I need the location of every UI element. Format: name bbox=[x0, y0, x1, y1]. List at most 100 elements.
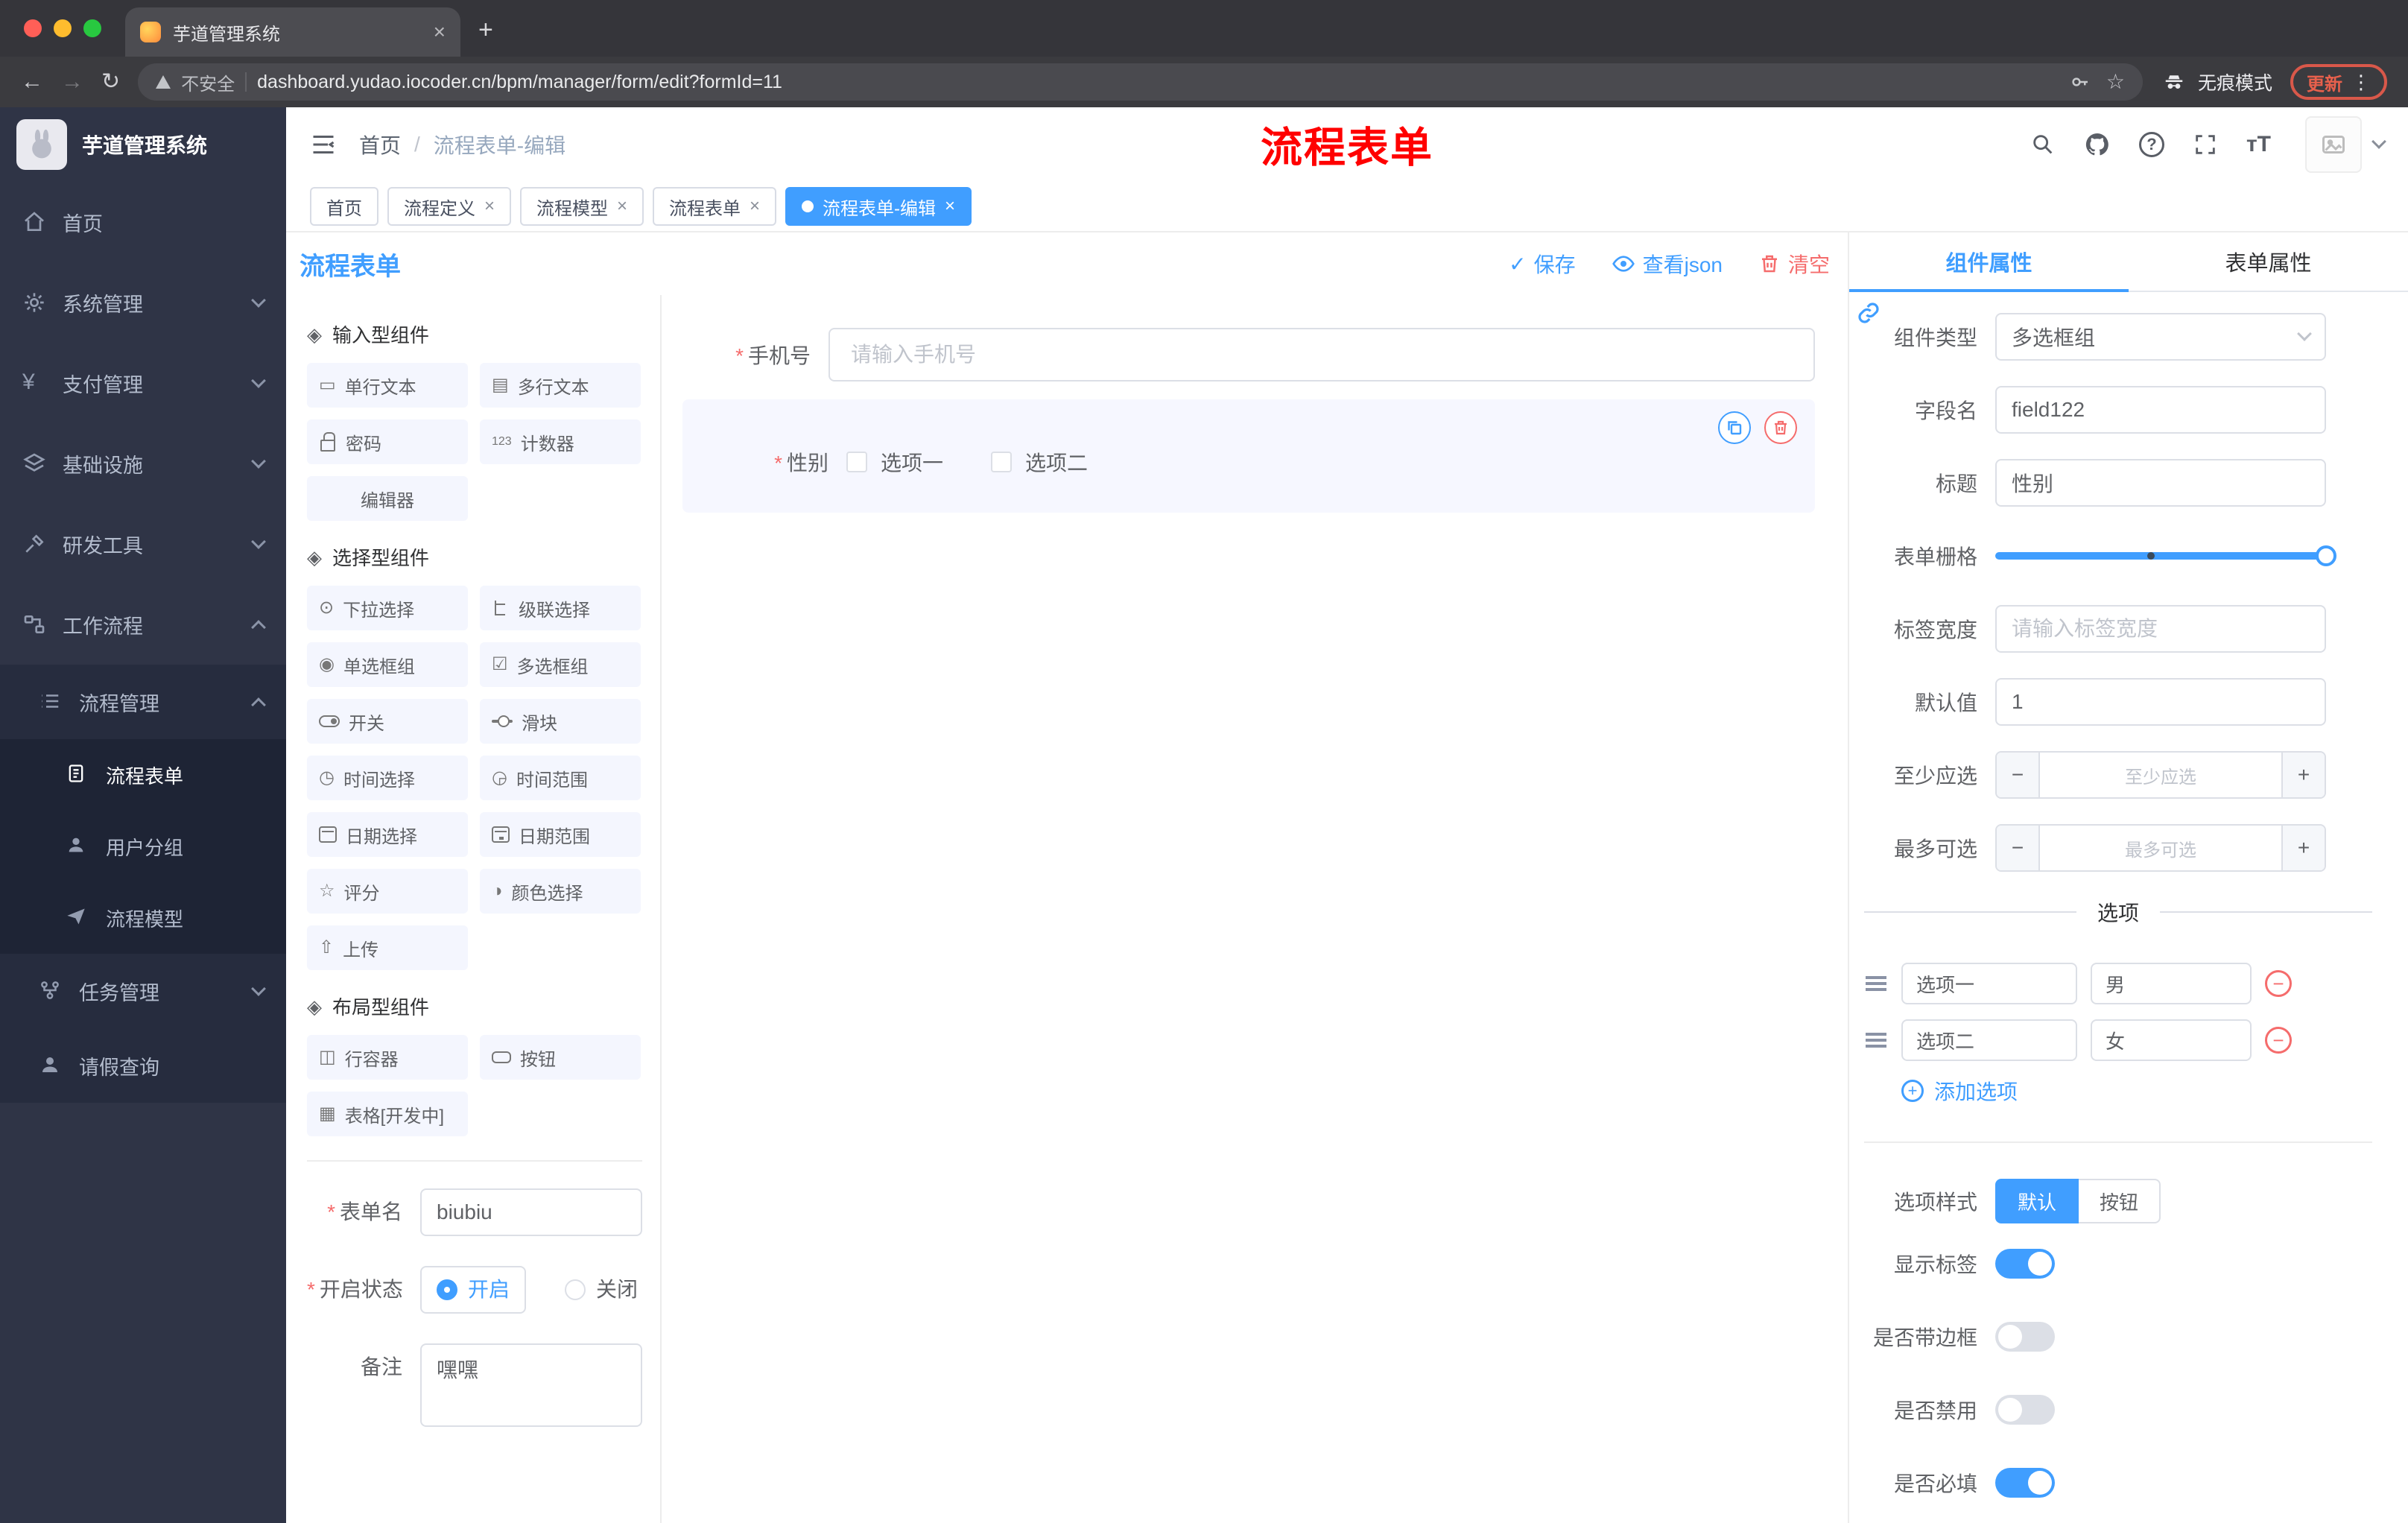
palette-item-cascader[interactable]: 级联选择 bbox=[480, 586, 641, 630]
sidebar-item-system[interactable]: 系统管理 bbox=[0, 262, 286, 343]
form-remark-textarea[interactable]: 嘿嘿 bbox=[420, 1343, 642, 1427]
form-canvas[interactable]: * 手机号 请输入手机号 * 性别 选项一 选项二 bbox=[662, 295, 1848, 1523]
canvas-field-gender-selected[interactable]: * 性别 选项一 选项二 bbox=[682, 399, 1815, 513]
tag-close-icon[interactable]: × bbox=[617, 197, 627, 215]
palette-item-time-picker[interactable]: ◷ 时间选择 bbox=[307, 756, 468, 800]
tag-process-form[interactable]: 流程表单 × bbox=[653, 187, 777, 226]
breadcrumb-home[interactable]: 首页 bbox=[359, 130, 401, 159]
help-icon[interactable]: ? bbox=[2138, 132, 2164, 157]
stepper-decrease-button[interactable]: − bbox=[1997, 826, 2040, 870]
bookmark-star-icon[interactable]: ☆ bbox=[2106, 72, 2125, 92]
tag-close-icon[interactable]: × bbox=[484, 197, 495, 215]
drag-handle-icon[interactable] bbox=[1866, 982, 1886, 985]
maximize-window-button[interactable] bbox=[83, 19, 101, 37]
tag-process-definition[interactable]: 流程定义 × bbox=[387, 187, 512, 226]
browser-menu-icon[interactable]: ⋮ bbox=[2351, 71, 2371, 94]
phone-input[interactable] bbox=[828, 328, 1815, 381]
forward-icon[interactable]: → bbox=[61, 71, 83, 93]
browser-tab[interactable]: 芋道管理系统 × bbox=[125, 7, 460, 57]
gender-option2-checkbox[interactable]: 选项二 bbox=[991, 447, 1088, 477]
add-option-button[interactable]: + 添加选项 bbox=[1901, 1076, 2372, 1106]
palette-item-color-picker[interactable]: ◑ 颜色选择 bbox=[480, 869, 641, 914]
tag-close-icon[interactable]: × bbox=[945, 197, 955, 215]
sidebar-item-infrastructure[interactable]: 基础设施 bbox=[0, 423, 286, 504]
stepper-increase-button[interactable]: + bbox=[2281, 753, 2325, 797]
reload-icon[interactable]: ↻ bbox=[101, 71, 120, 93]
palette-item-switch[interactable]: 开关 bbox=[307, 699, 468, 744]
style-default-button[interactable]: 默认 bbox=[1995, 1179, 2079, 1223]
tag-close-icon[interactable]: × bbox=[750, 197, 760, 215]
sidebar-item-home[interactable]: 首页 bbox=[0, 182, 286, 262]
fullscreen-icon[interactable] bbox=[2193, 132, 2218, 157]
close-window-button[interactable] bbox=[24, 19, 42, 37]
gender-option1-checkbox[interactable]: 选项一 bbox=[846, 447, 943, 477]
palette-item-time-range[interactable]: ◶ 时间范围 bbox=[480, 756, 641, 800]
tag-process-model[interactable]: 流程模型 × bbox=[520, 187, 644, 226]
palette-item-single-text[interactable]: ▭ 单行文本 bbox=[307, 363, 468, 408]
palette-item-select[interactable]: ⊙ 下拉选择 bbox=[307, 586, 468, 630]
disabled-switch[interactable] bbox=[1995, 1395, 2055, 1425]
style-button-button[interactable]: 按钮 bbox=[2079, 1179, 2161, 1223]
option-value-input[interactable] bbox=[2091, 963, 2252, 1004]
stepper-decrease-button[interactable]: − bbox=[1997, 753, 2040, 797]
palette-item-password[interactable]: 密码 bbox=[307, 419, 468, 464]
status-off-radio[interactable]: 关闭 bbox=[565, 1266, 638, 1314]
palette-item-upload[interactable]: ⇧ 上传 bbox=[307, 925, 468, 970]
sidebar-item-workflow[interactable]: 工作流程 bbox=[0, 584, 286, 665]
palette-item-radio-group[interactable]: ◉ 单选框组 bbox=[307, 642, 468, 687]
tab-component-props[interactable]: 组件属性 bbox=[1849, 232, 2129, 292]
back-icon[interactable]: ← bbox=[21, 71, 43, 93]
save-button[interactable]: ✓ 保存 bbox=[1509, 249, 1575, 279]
sidebar-item-process-model[interactable]: 流程模型 bbox=[0, 882, 286, 954]
stepper-value[interactable]: 最多可选 bbox=[2040, 826, 2281, 870]
border-switch[interactable] bbox=[1995, 1322, 2055, 1352]
palette-item-checkbox-group[interactable]: ☑ 多选框组 bbox=[480, 642, 641, 687]
sidebar-item-payment[interactable]: ¥ 支付管理 bbox=[0, 343, 286, 423]
remove-option-button[interactable]: − bbox=[2265, 970, 2292, 997]
palette-item-button[interactable]: 按钮 bbox=[480, 1035, 641, 1080]
palette-item-rate[interactable]: ☆ 评分 bbox=[307, 869, 468, 914]
drag-handle-icon[interactable] bbox=[1866, 1039, 1886, 1042]
canvas-field-phone[interactable]: * 手机号 bbox=[682, 328, 1815, 381]
form-grid-slider[interactable] bbox=[1995, 532, 2336, 580]
delete-component-button[interactable] bbox=[1764, 411, 1797, 444]
label-width-input[interactable] bbox=[1995, 605, 2326, 653]
clear-button[interactable]: 清空 bbox=[1758, 249, 1830, 279]
github-icon[interactable] bbox=[2084, 131, 2111, 158]
tag-process-form-edit[interactable]: 流程表单-编辑 × bbox=[785, 187, 972, 226]
remove-option-button[interactable]: − bbox=[2265, 1027, 2292, 1054]
copy-component-button[interactable] bbox=[1718, 411, 1751, 444]
show-label-switch[interactable] bbox=[1995, 1249, 2055, 1279]
required-switch[interactable] bbox=[1995, 1468, 2055, 1498]
sidebar-item-user-groups[interactable]: 用户分组 bbox=[0, 811, 286, 882]
field-name-input[interactable] bbox=[1995, 386, 2326, 434]
sidebar-item-leave-query[interactable]: 请假查询 bbox=[0, 1028, 286, 1103]
minimize-window-button[interactable] bbox=[54, 19, 72, 37]
search-icon[interactable] bbox=[2030, 132, 2056, 157]
sidebar-item-process-management[interactable]: 流程管理 bbox=[0, 665, 286, 739]
form-name-input[interactable] bbox=[420, 1188, 642, 1236]
sidebar-item-task-management[interactable]: 任务管理 bbox=[0, 954, 286, 1028]
palette-item-date-picker[interactable]: 日期选择 bbox=[307, 812, 468, 857]
font-size-icon[interactable]: тT bbox=[2246, 132, 2271, 157]
stepper-increase-button[interactable]: + bbox=[2281, 826, 2325, 870]
user-menu[interactable] bbox=[2305, 116, 2386, 173]
slider-handle[interactable] bbox=[2316, 545, 2336, 566]
default-value-input[interactable] bbox=[1995, 678, 2326, 726]
palette-item-counter[interactable]: 123 计数器 bbox=[480, 419, 641, 464]
option-label-input[interactable] bbox=[1901, 1019, 2077, 1061]
hamburger-icon[interactable] bbox=[310, 131, 337, 158]
status-on-radio[interactable]: 开启 bbox=[420, 1266, 527, 1314]
component-type-select[interactable]: 多选框组 bbox=[1995, 313, 2326, 361]
tab-form-props[interactable]: 表单属性 bbox=[2129, 232, 2408, 291]
link-icon[interactable] bbox=[1857, 301, 1881, 325]
tag-home[interactable]: 首页 bbox=[310, 187, 378, 226]
option-value-input[interactable] bbox=[2091, 1019, 2252, 1061]
stepper-value[interactable]: 至少应选 bbox=[2040, 753, 2281, 797]
title-input[interactable] bbox=[1995, 459, 2326, 507]
view-json-button[interactable]: 查看json bbox=[1612, 249, 1723, 279]
option-label-input[interactable] bbox=[1901, 963, 2077, 1004]
new-tab-button[interactable]: + bbox=[478, 16, 493, 45]
tab-close-icon[interactable]: × bbox=[434, 22, 446, 42]
palette-item-textarea[interactable]: ▤ 多行文本 bbox=[480, 363, 641, 408]
